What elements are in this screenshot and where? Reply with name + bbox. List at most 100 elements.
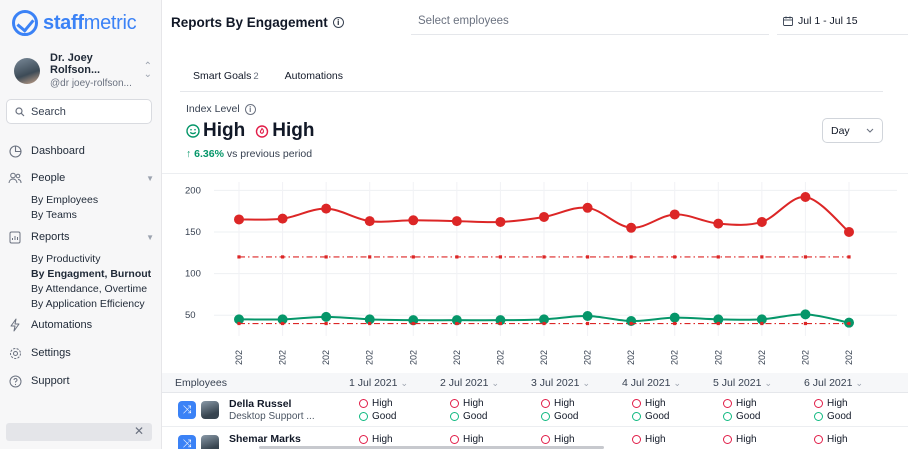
series-point-reference: [585, 255, 590, 259]
search-input[interactable]: Search: [6, 99, 152, 124]
column-header-date[interactable]: 6 Jul 2021 ⌄: [804, 377, 863, 389]
sidebar-item-dashboard[interactable]: Dashboard: [8, 141, 154, 161]
series-point: [408, 215, 419, 226]
flame-icon: [359, 435, 368, 444]
column-header-date[interactable]: 2 Jul 2021 ⌄: [440, 377, 499, 389]
x-tick-label: 202: [495, 350, 505, 365]
caret-down-icon[interactable]: ▼: [146, 233, 154, 242]
sidebar-item-settings[interactable]: Settings: [8, 343, 154, 363]
table-cell: High: [814, 433, 848, 446]
table-cell: High Good: [723, 397, 760, 423]
x-tick-label: 202: [278, 350, 288, 365]
sidebar-subitem-by-employees[interactable]: By Employees: [8, 193, 154, 208]
shuffle-icon[interactable]: ⤨: [178, 401, 196, 419]
engagement-status-text: Good: [372, 411, 397, 422]
sidebar-group-bottom: Automations Settings Support: [8, 315, 154, 391]
column-header-date[interactable]: 4 Jul 2021 ⌄: [622, 377, 681, 389]
x-tick-label: 202: [539, 350, 549, 365]
caret-down-icon[interactable]: ▼: [146, 174, 154, 183]
index-level-label: Index Level i: [186, 103, 256, 115]
close-icon[interactable]: ✕: [134, 424, 144, 438]
x-tick-label: 202: [844, 350, 854, 365]
employee-name[interactable]: Shemar Marks: [229, 433, 301, 445]
shuffle-icon[interactable]: ⤨: [178, 435, 196, 449]
series-point-reference: [498, 255, 503, 259]
employee-name[interactable]: Della Russel: [229, 398, 291, 410]
sidebar-subitem-by-productivity[interactable]: By Productivity: [8, 252, 154, 267]
user-profile[interactable]: Dr. Joey Rolfson... @dr joey-rolfson... …: [14, 52, 152, 89]
calendar-icon: [783, 16, 793, 26]
burnout-status-text: High: [827, 434, 848, 445]
period-select[interactable]: Day: [822, 118, 883, 143]
header: Reports By Engagement i Select employees…: [162, 0, 908, 44]
series-point: [713, 218, 724, 229]
sidebar-subitem-by-attendance[interactable]: By Attendance, Overtime: [8, 282, 154, 297]
chevron-down-icon: ⌄: [400, 378, 409, 388]
column-header-date[interactable]: 3 Jul 2021 ⌄: [531, 377, 590, 389]
column-header-employees[interactable]: Employees: [175, 377, 227, 389]
series-point-reference: [368, 321, 372, 326]
series-point-reference: [803, 321, 808, 326]
burnout-status: High: [723, 433, 757, 446]
info-icon[interactable]: i: [244, 103, 256, 115]
column-header-date[interactable]: 1 Jul 2021 ⌄: [349, 377, 408, 389]
sidebar-item-automations[interactable]: Automations: [8, 315, 154, 335]
sidebar-group-reports: Reports ▼ By Productivity By Engagment, …: [8, 227, 154, 312]
chevron-up-down-icon[interactable]: ⌃ ⌄: [144, 61, 152, 79]
burnout-status-text: High: [372, 434, 393, 445]
sidebar-subitem-by-teams[interactable]: By Teams: [8, 208, 154, 223]
sidebar-subitem-by-application-efficiency[interactable]: By Application Efficiency: [8, 297, 154, 312]
burnout-status: High: [814, 397, 851, 410]
sidebar-group-people: People ▼ By Employees By Teams: [8, 168, 154, 223]
burnout-status: High: [723, 397, 760, 410]
engagement-status-text: Good: [827, 411, 852, 422]
burnout-status-text: High: [736, 398, 757, 409]
series-point: [364, 216, 375, 227]
burnout-status-text: High: [463, 398, 484, 409]
series-point: [234, 214, 244, 225]
series-point-reference: [716, 321, 720, 326]
help-icon: [8, 374, 22, 388]
table-header: Employees 1 Jul 2021 ⌄ 2 Jul 2021 ⌄ 3 Jul …: [162, 373, 908, 393]
burnout-level: High: [272, 120, 315, 141]
avatar: [14, 57, 40, 84]
tab-automations[interactable]: Automations: [272, 60, 356, 91]
sidebar-item-reports[interactable]: Reports ▼: [8, 227, 154, 247]
sidebar-item-label: Settings: [31, 347, 71, 359]
sidebar-item-support[interactable]: Support: [8, 371, 154, 391]
series-point: [669, 312, 680, 323]
employee-select[interactable]: Select employees: [411, 8, 769, 35]
info-icon[interactable]: i: [332, 17, 344, 28]
series-point: [756, 216, 767, 227]
series-point-reference: [411, 255, 415, 259]
search-icon: [15, 106, 25, 116]
series-point-reference: [237, 255, 241, 259]
table-row[interactable]: ⤨ Della Russel Desktop Support ... High G…: [162, 394, 908, 427]
column-header-label: 6 Jul 2021: [804, 377, 853, 389]
series-point: [800, 191, 811, 202]
series-point-reference: [455, 321, 459, 326]
series-point-reference: [324, 321, 328, 326]
column-header-date[interactable]: 5 Jul 2021 ⌄: [713, 377, 772, 389]
series-point-reference: [673, 321, 677, 326]
tab-smart-goals[interactable]: Smart Goals 2: [180, 60, 272, 91]
burnout-status: High: [450, 433, 484, 446]
engagement-level: High: [203, 120, 246, 141]
series-point-reference: [280, 255, 285, 259]
sidebar-subitem-by-engagement[interactable]: By Engagment, Burnout: [8, 267, 154, 282]
burnout-status-text: High: [645, 398, 666, 409]
series-point-reference: [803, 255, 808, 259]
sidebar-item-people[interactable]: People ▼: [8, 168, 154, 188]
engagement-status: Good: [359, 410, 396, 423]
table-cell: High: [450, 433, 484, 446]
sidebar-item-label: Support: [31, 375, 70, 387]
engagement-status: Good: [541, 410, 578, 423]
table-cell: High: [541, 433, 575, 446]
logo[interactable]: staffmetric: [12, 8, 137, 38]
series-point-reference: [455, 255, 459, 259]
tab-count: 2: [253, 71, 259, 82]
page-title-text: Reports By Engagement: [171, 15, 328, 30]
logo-text-bold: staff: [43, 11, 84, 34]
date-range-picker[interactable]: Jul 1 - Jul 15: [777, 8, 908, 35]
burnout-status: High: [541, 433, 575, 446]
